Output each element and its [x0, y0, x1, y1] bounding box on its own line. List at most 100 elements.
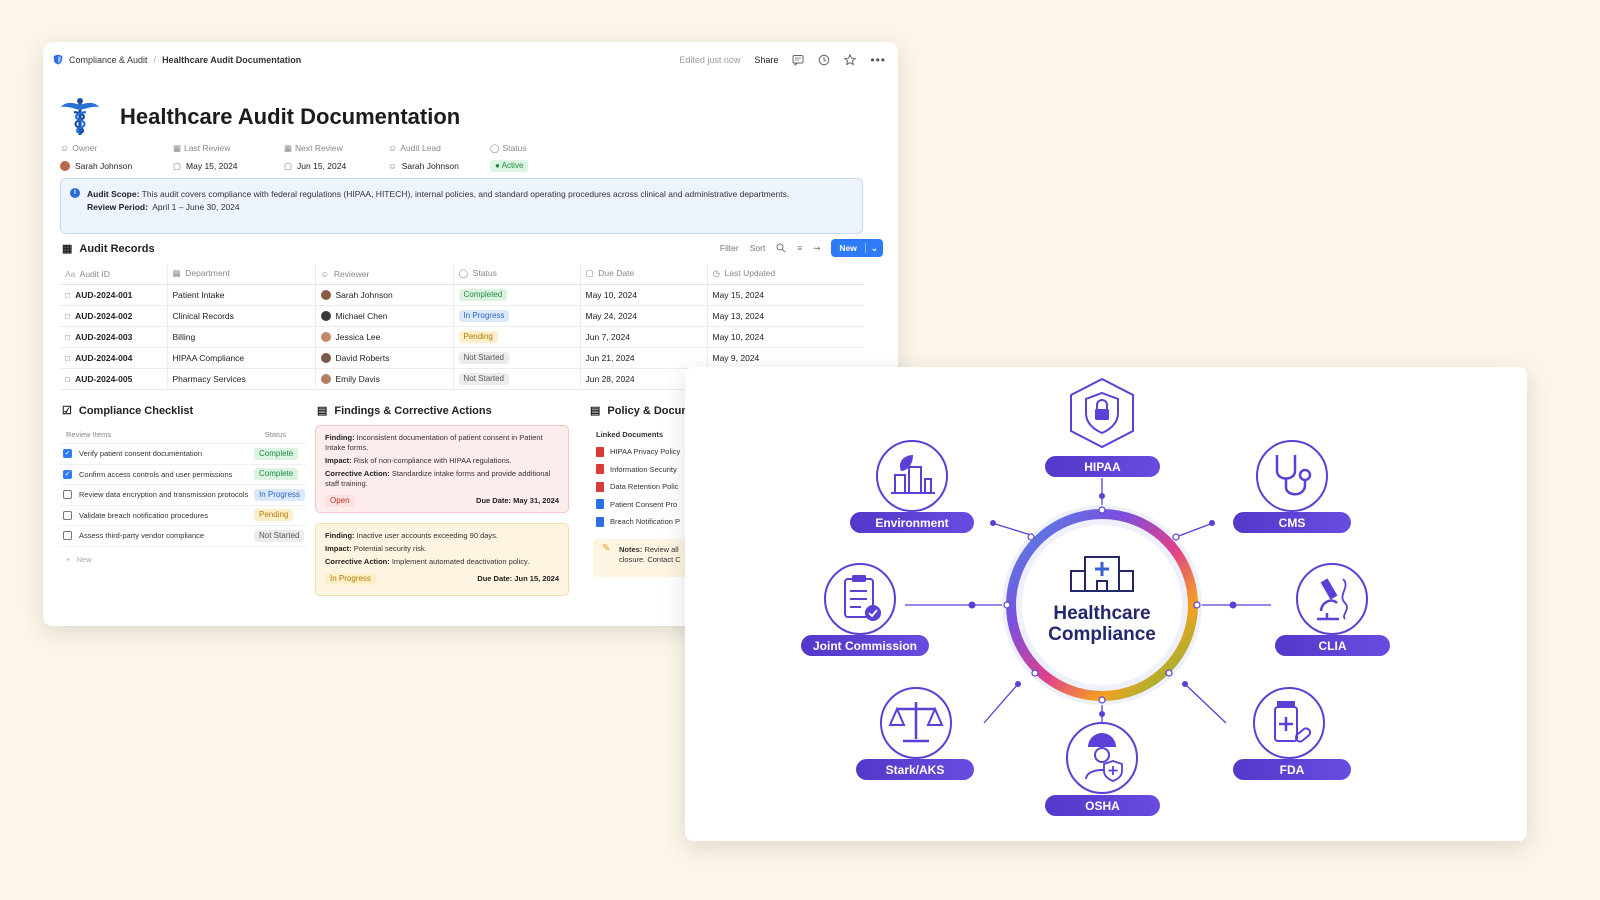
checklist-item[interactable]: Validate breach notification procedures … — [60, 506, 306, 526]
prop-label: Last Review — [184, 143, 231, 153]
node-fda[interactable]: FDA — [1233, 759, 1351, 780]
pdf-icon — [596, 464, 604, 475]
finding-text: Inactive user accounts exceeding 90 days… — [356, 531, 499, 540]
new-record-button[interactable]: New ⌄ — [831, 239, 883, 257]
breadcrumb-item-compliance[interactable]: Compliance & Audit — [69, 55, 148, 65]
history-icon[interactable] — [818, 54, 830, 66]
checkbox[interactable] — [63, 531, 72, 541]
checkbox[interactable] — [63, 490, 72, 500]
chevron-down-icon[interactable]: ⌄ — [866, 243, 883, 254]
status-badge[interactable]: In Progress — [458, 309, 510, 322]
status-badge[interactable]: Pending — [458, 330, 498, 343]
node-clia[interactable]: CLIA — [1275, 635, 1390, 656]
node-cms[interactable]: CMS — [1233, 512, 1351, 533]
checkbox[interactable] — [63, 510, 72, 520]
doc-icon — [596, 499, 604, 510]
due-date-cell: May 24, 2024 — [580, 305, 708, 327]
column-header[interactable]: ☺ Reviewer — [315, 264, 454, 285]
automation-icon[interactable]: ⇝ — [813, 243, 820, 254]
finding-card[interactable]: Finding: Inconsistent documentation of p… — [315, 425, 569, 513]
prop-last-review[interactable]: ▦ Last Review ▢ May 15, 2024 — [173, 142, 284, 172]
column-header[interactable]: ▦ Department — [167, 264, 316, 285]
prop-next-review[interactable]: ▦ Next Review ▢ Jun 15, 2024 — [284, 142, 388, 172]
checklist-item[interactable]: Assess third-party vendor compliance Not… — [60, 526, 306, 547]
audit-id[interactable]: AUD-2024-005 — [75, 374, 132, 384]
impact-text: Potential security risk. — [353, 544, 427, 553]
table-row[interactable]: □ AUD-2024-002 Clinical Records Michael C… — [60, 305, 864, 327]
status-icon: ◯ — [490, 142, 500, 153]
table-row[interactable]: □ AUD-2024-001 Patient Intake Sarah Johns… — [60, 284, 864, 306]
node-stark-aks[interactable]: Stark/AKS — [856, 759, 974, 780]
policy-header: ▤ Policy & Docun — [590, 404, 689, 418]
worker-shield-icon — [1066, 722, 1138, 794]
action-text: Implement automated deactivation policy. — [391, 557, 530, 566]
comment-icon[interactable] — [792, 54, 804, 66]
more-options-icon[interactable]: ••• — [870, 53, 886, 67]
status-badge[interactable]: Complete — [254, 468, 299, 481]
compliance-graphic-window: Healthcare Compliance HIPAA CMS CLIA FDA… — [685, 367, 1527, 841]
reviewer-cell: David Roberts — [335, 352, 390, 363]
checkbox-checked[interactable]: ✓ — [63, 469, 72, 479]
status-badge[interactable]: In Progress — [325, 573, 376, 585]
status-badge[interactable]: Complete — [254, 447, 299, 460]
settings-icon[interactable]: ≡ — [797, 243, 802, 253]
compliance-checklist: Review Items Status ✓ Verify patient con… — [60, 426, 306, 564]
share-button[interactable]: Share — [754, 55, 778, 65]
prop-status[interactable]: ◯ Status ● Active — [490, 142, 590, 172]
table-row[interactable]: □ AUD-2024-003 Billing Jessica Lee Pendin… — [60, 326, 864, 348]
star-icon[interactable] — [844, 54, 857, 66]
checkbox-checked[interactable]: ✓ — [63, 449, 72, 459]
caduceus-icon — [61, 98, 99, 135]
section-title: Policy & Docun — [607, 404, 689, 417]
document-icon: ▤ — [317, 405, 328, 417]
finding-card[interactable]: Finding: Inactive user accounts exceedin… — [315, 523, 569, 596]
search-icon[interactable] — [776, 243, 786, 253]
prop-audit-lead[interactable]: ☺ Audit Lead ☺ Sarah Johnson — [388, 142, 490, 172]
pencil-icon: ✎ — [602, 542, 611, 554]
status-badge[interactable]: Open — [325, 495, 355, 507]
column-header[interactable]: ◷ Last Updated — [707, 264, 864, 285]
due-date-cell: May 10, 2024 — [580, 284, 708, 306]
prop-owner[interactable]: ☺ Owner Sarah Johnson — [60, 142, 173, 172]
checklist-item[interactable]: Review data encryption and transmission … — [60, 485, 306, 506]
column-header[interactable]: Aa Audit ID — [60, 264, 168, 285]
sort-button[interactable]: Sort — [750, 243, 766, 253]
audit-id[interactable]: AUD-2024-001 — [75, 290, 132, 300]
node-hipaa[interactable]: HIPAA — [1045, 456, 1160, 477]
column-header[interactable]: ◯ Status — [453, 264, 581, 285]
audit-id[interactable]: AUD-2024-002 — [75, 311, 132, 321]
table-icon: ▦ — [62, 243, 73, 255]
reviewer-cell: Jessica Lee — [335, 331, 381, 342]
avatar — [320, 373, 331, 384]
breadcrumb-item-current[interactable]: Healthcare Audit Documentation — [162, 55, 301, 65]
user-icon: ☺ — [60, 143, 70, 153]
status-badge: ● Active — [490, 160, 529, 172]
status-badge[interactable]: Not Started — [458, 372, 509, 385]
status-badge[interactable]: Completed — [458, 288, 508, 301]
page-icon: □ — [65, 352, 71, 363]
filter-button[interactable]: Filter — [720, 243, 739, 253]
audit-id[interactable]: AUD-2024-004 — [75, 353, 132, 363]
node-environment[interactable]: Environment — [850, 512, 974, 533]
department-cell: Pharmacy Services — [167, 368, 316, 390]
status-badge[interactable]: Not Started — [458, 351, 509, 364]
checklist-header: ☑ Compliance Checklist — [62, 404, 193, 418]
checklist-item[interactable]: ✓ Confirm access controls and user permi… — [60, 465, 306, 485]
status-badge[interactable]: Pending — [254, 509, 294, 522]
section-title: Findings & Corrective Actions — [334, 404, 492, 417]
user-icon: ☺ — [388, 143, 398, 153]
audit-id[interactable]: AUD-2024-003 — [75, 332, 132, 342]
status-badge[interactable]: In Progress — [254, 488, 305, 501]
department-cell: Billing — [167, 326, 316, 348]
column-header[interactable]: ▢ Due Date — [580, 264, 708, 285]
checklist-item[interactable]: ✓ Verify patient consent documentation C… — [60, 444, 306, 465]
table-row[interactable]: □ AUD-2024-004 HIPAA Compliance David Rob… — [60, 347, 864, 369]
add-new-item-button[interactable]: + New — [60, 547, 306, 564]
node-joint-commission[interactable]: Joint Commission — [801, 635, 929, 656]
department-cell: Patient Intake — [167, 284, 316, 306]
hipaa-icon — [1070, 377, 1134, 449]
info-icon: i — [70, 188, 80, 198]
calendar-icon: ▢ — [173, 160, 182, 171]
node-osha[interactable]: OSHA — [1045, 795, 1160, 816]
status-badge[interactable]: Not Started — [254, 529, 305, 542]
